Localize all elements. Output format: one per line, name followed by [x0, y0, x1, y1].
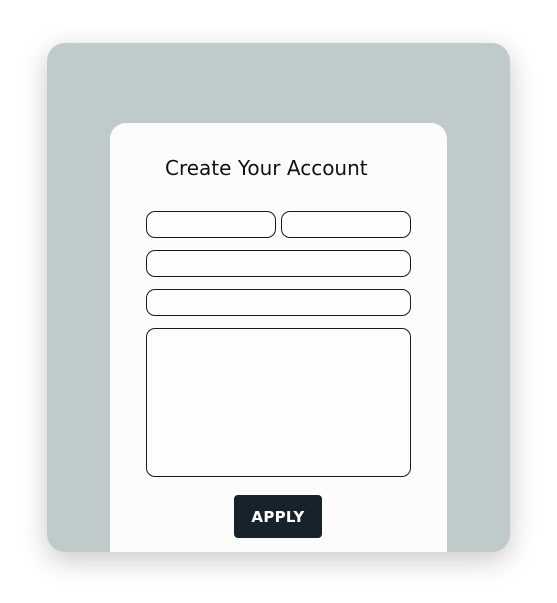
message-textarea[interactable] [146, 328, 411, 477]
form-title: Create Your Account [165, 156, 368, 180]
page: Create Your Account APPLY [0, 0, 557, 603]
outer-panel: Create Your Account APPLY [47, 43, 510, 552]
first-name-input[interactable] [146, 211, 276, 238]
last-name-input[interactable] [281, 211, 411, 238]
phone-input[interactable] [146, 289, 411, 316]
apply-button[interactable]: APPLY [234, 495, 322, 538]
email-input[interactable] [146, 250, 411, 277]
signup-card: Create Your Account APPLY [110, 123, 447, 552]
